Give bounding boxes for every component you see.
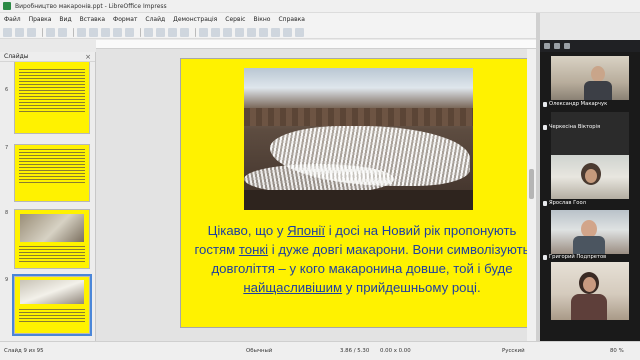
caption-text: Цікаво, що у [207, 223, 288, 238]
slide-number: 6 [5, 87, 9, 93]
slides-panel-header: Слайды × [0, 52, 95, 62]
layout-name: Обычный [246, 348, 273, 354]
slide-canvas[interactable]: Цікаво, що у Японії і досі на Новий рік … [180, 58, 542, 328]
thumbnail-image [20, 214, 84, 242]
grid-view-icon[interactable] [544, 43, 550, 49]
slide-number: 9 [5, 277, 9, 283]
menu-bar: Файл Правка Вид Вставка Формат Слайд Дем… [0, 13, 536, 26]
new-icon[interactable] [3, 27, 12, 37]
participant-tile[interactable]: Олександр Макарчук [541, 56, 639, 110]
slides-panel: Слайды × 6 7 8 9 [0, 52, 96, 341]
animation-icon[interactable] [283, 27, 292, 37]
slide-number: 7 [5, 145, 9, 151]
slideshow-icon[interactable] [295, 27, 304, 37]
close-icon[interactable]: × [85, 53, 91, 61]
filter-icon[interactable] [259, 27, 268, 37]
mic-icon [543, 254, 547, 260]
participant-tile[interactable]: Ярослав Гоол [541, 155, 639, 209]
participant-name: Ярослав Гоол [549, 200, 586, 206]
object-size: 0.00 x 0.00 [380, 348, 411, 354]
slide-text[interactable]: Цікаво, що у Японії і досі на Новий рік … [193, 221, 531, 297]
menu-format[interactable]: Формат [113, 16, 137, 23]
redo-icon[interactable] [58, 27, 67, 37]
slides-panel-title: Слайды [4, 53, 29, 60]
participants-icon[interactable] [554, 43, 560, 49]
zoom-level[interactable]: 80 % [610, 348, 624, 354]
participant-name: Григорий Подпретов [549, 254, 607, 260]
toolbar-separator [42, 27, 43, 37]
fontwork-icon[interactable] [180, 27, 189, 37]
cursor-position: 3.86 / 5.30 [340, 348, 370, 354]
undo-icon[interactable] [46, 27, 55, 37]
participant-tile[interactable]: Григорий Подпретов [541, 210, 639, 264]
menu-slideshow[interactable]: Демонстрація [173, 16, 217, 23]
toolbar-separator [195, 27, 196, 37]
shadow-icon[interactable] [235, 27, 244, 37]
slide-thumbnail[interactable]: 8 [5, 209, 90, 269]
open-icon[interactable] [15, 27, 24, 37]
scrollbar-thumb[interactable] [529, 169, 534, 199]
horizontal-ruler[interactable] [96, 40, 536, 49]
slide-number: 8 [5, 210, 9, 216]
slide-thumbnail[interactable]: 6 [5, 62, 90, 134]
caption-text: у прийдешньому році. [342, 280, 481, 295]
menu-tools[interactable]: Сервіс [225, 16, 245, 23]
menu-insert[interactable]: Вставка [80, 16, 105, 23]
mic-icon [543, 101, 547, 107]
status-bar: Слайд 9 из 95 Обычный 3.86 / 5.30 0.00 x… [0, 341, 640, 360]
impress-app-icon [3, 2, 11, 10]
participant-face [591, 66, 605, 82]
window-title: Виробництво макаронів.ppt - LibreOffice … [15, 2, 167, 10]
arrange-icon[interactable] [223, 27, 232, 37]
menu-view[interactable]: Вид [59, 16, 71, 23]
image-icon[interactable] [144, 27, 153, 37]
toolbar-separator [140, 27, 141, 37]
text-icon[interactable] [113, 27, 122, 37]
standard-toolbar [0, 26, 536, 39]
line-icon[interactable] [77, 27, 86, 37]
title-bar: Виробництво макаронів.ppt - LibreOffice … [0, 0, 640, 13]
slide-counter: Слайд 9 из 95 [4, 348, 44, 354]
menu-help[interactable]: Справка [278, 16, 304, 23]
language[interactable]: Русский [502, 348, 525, 354]
video-call-toolbar [540, 40, 640, 52]
participant-tile[interactable] [541, 262, 639, 324]
caption-underlined: тонкі [238, 242, 269, 257]
noodles-photo[interactable] [244, 68, 473, 210]
chat-icon[interactable] [564, 43, 570, 49]
align-icon[interactable] [211, 27, 220, 37]
transition-icon[interactable] [271, 27, 280, 37]
menu-edit[interactable]: Правка [29, 16, 52, 23]
crop-icon[interactable] [247, 27, 256, 37]
toolbar-separator [73, 27, 74, 37]
ellipse-icon[interactable] [101, 27, 110, 37]
slide-thumbnail-selected[interactable]: 9 [5, 274, 92, 336]
slide-thumbnail[interactable]: 7 [5, 144, 90, 202]
menu-file[interactable]: Файл [4, 16, 21, 23]
caption-underlined: найщасливішим [243, 280, 343, 295]
rectangle-icon[interactable] [89, 27, 98, 37]
menu-slide[interactable]: Слайд [145, 16, 165, 23]
slide-thumbnails: 6 7 8 9 [0, 62, 96, 341]
participant-name: Олександр Макарчук [549, 101, 608, 107]
menu-window[interactable]: Вікно [253, 16, 270, 23]
chart-icon[interactable] [156, 27, 165, 37]
table-icon[interactable] [168, 27, 177, 37]
rotate-icon[interactable] [199, 27, 208, 37]
shapes-icon[interactable] [125, 27, 134, 37]
slide-editor: Цікаво, що у Японії і досі на Новий рік … [96, 49, 542, 341]
vertical-scrollbar[interactable] [527, 49, 536, 341]
caption-underlined: Японії [287, 223, 326, 238]
participant-name: Черкесіна Вікторія [549, 124, 601, 130]
mic-icon [543, 124, 547, 130]
thumbnail-image [20, 280, 84, 304]
mic-icon [543, 200, 547, 206]
save-icon[interactable] [27, 27, 36, 37]
